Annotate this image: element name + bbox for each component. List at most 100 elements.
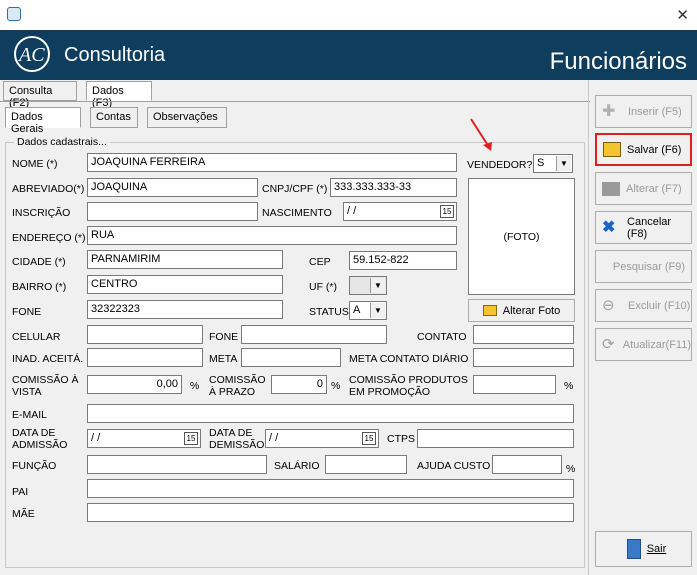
chevron-down-icon[interactable]: ▼ bbox=[370, 303, 385, 318]
salvar-label: Salvar (F6) bbox=[627, 143, 682, 156]
fone-field[interactable]: 32322323 bbox=[87, 300, 283, 319]
chevron-down-icon[interactable]: ▼ bbox=[556, 156, 571, 171]
ctps-field[interactable] bbox=[417, 429, 574, 448]
atualizar-label: Atualizar(F11) bbox=[622, 338, 691, 351]
cnpj-label: CNPJ/CPF (*) bbox=[262, 183, 328, 195]
tab-consulta[interactable]: Consulta (F2) bbox=[3, 81, 77, 109]
pai-field[interactable] bbox=[87, 479, 574, 498]
abreviado-field[interactable]: JOAQUINA bbox=[87, 178, 258, 197]
inad-field[interactable] bbox=[87, 348, 203, 367]
comissao-promo-label-1: COMISSÃO PRODUTOS bbox=[349, 374, 468, 386]
inscricao-field[interactable] bbox=[87, 202, 258, 221]
door-exit-icon bbox=[626, 539, 641, 559]
close-icon[interactable]: ✕ bbox=[676, 6, 689, 24]
comissao-promo-label-2: EM PROMOÇÃO bbox=[349, 386, 431, 398]
bairro-label: BAIRRO (*) bbox=[12, 281, 67, 293]
pai-label: PAI bbox=[12, 486, 29, 498]
comissao-promo-field[interactable] bbox=[473, 375, 556, 394]
status-value: A bbox=[353, 304, 361, 316]
inad-label: INAD. ACEITÁ. bbox=[12, 353, 84, 365]
vendedor-select[interactable]: S ▼ bbox=[533, 154, 573, 173]
endereco-label: ENDEREÇO (*) bbox=[12, 232, 86, 244]
foto-box: (FOTO) bbox=[468, 178, 575, 295]
nome-field[interactable]: JOAQUINA FERREIRA bbox=[87, 153, 457, 172]
meta-contato-field[interactable] bbox=[473, 348, 574, 367]
mae-label: MÃE bbox=[12, 508, 35, 520]
tab-divider bbox=[0, 101, 590, 102]
nome-label: NOME (*) bbox=[12, 158, 58, 170]
subtab-observacoes[interactable]: Observações bbox=[147, 107, 227, 128]
ctps-label: CTPS bbox=[387, 433, 416, 445]
inserir-button[interactable]: ✚ Inserir (F5) bbox=[595, 95, 692, 128]
comissao-vista-pct: % bbox=[190, 380, 200, 392]
comissao-vista-field[interactable]: 0,00 bbox=[87, 375, 182, 394]
comissao-prazo-label-2: À PRAZO bbox=[209, 386, 256, 398]
comissao-promo-pct: % bbox=[564, 380, 574, 392]
mae-field[interactable] bbox=[87, 503, 574, 522]
pesquisar-button[interactable]: Pesquisar (F9) bbox=[595, 250, 692, 283]
demissao-field[interactable]: / / 15 bbox=[265, 429, 379, 448]
page-title: Funcionários bbox=[549, 48, 687, 75]
sidebar-divider bbox=[588, 80, 589, 575]
tab-dados[interactable]: Dados (F3) bbox=[86, 81, 152, 109]
atualizar-button[interactable]: ⟳ Atualizar(F11) bbox=[595, 328, 692, 361]
nascimento-field[interactable]: / / 15 bbox=[343, 202, 457, 221]
endereco-field[interactable]: RUA bbox=[87, 226, 457, 245]
refresh-icon: ⟳ bbox=[602, 335, 615, 353]
folder-icon bbox=[482, 305, 497, 316]
fone2-field[interactable] bbox=[241, 325, 387, 344]
contato-label: CONTATO bbox=[417, 331, 467, 343]
comissao-prazo-field[interactable]: 0 bbox=[271, 375, 327, 394]
contato-field[interactable] bbox=[473, 325, 574, 344]
alterar-foto-button[interactable]: Alterar Foto bbox=[468, 299, 575, 322]
comissao-prazo-pct: % bbox=[331, 380, 341, 392]
email-field[interactable] bbox=[87, 404, 574, 423]
sair-label: Sair bbox=[646, 543, 667, 555]
ajuda-field[interactable] bbox=[492, 455, 562, 474]
cep-field[interactable]: 59.152-822 bbox=[349, 251, 457, 270]
edit-icon bbox=[602, 181, 620, 196]
demissao-value: / / bbox=[269, 432, 279, 444]
nascimento-label: NASCIMENTO bbox=[262, 207, 332, 219]
email-label: E-MAIL bbox=[12, 409, 48, 421]
meta-field[interactable] bbox=[241, 348, 341, 367]
cancelar-button[interactable]: ✖ Cancelar (F8) bbox=[595, 211, 692, 244]
cep-label: CEP bbox=[309, 256, 331, 268]
excluir-button[interactable]: ⊖ Excluir (F10) bbox=[595, 289, 692, 322]
salario-field[interactable] bbox=[325, 455, 407, 474]
app-icon bbox=[7, 7, 21, 21]
celular-label: CELULAR bbox=[12, 331, 61, 343]
calendar-icon[interactable]: 15 bbox=[440, 205, 454, 218]
inscricao-label: INSCRIÇÃO bbox=[12, 207, 71, 219]
sair-button[interactable]: Sair bbox=[595, 531, 692, 567]
funcao-field[interactable] bbox=[87, 455, 267, 474]
subtab-contas[interactable]: Contas bbox=[90, 107, 138, 128]
svg-text:AC: AC bbox=[17, 44, 45, 66]
uf-select[interactable]: ▼ bbox=[349, 276, 387, 295]
salario-label: SALÁRIO bbox=[274, 460, 320, 472]
brand-name: Consultoria bbox=[64, 44, 166, 66]
alterar-label: Alterar (F7) bbox=[626, 182, 682, 195]
alterar-button[interactable]: Alterar (F7) bbox=[595, 172, 692, 205]
bairro-field[interactable]: CENTRO bbox=[87, 275, 283, 294]
calendar-icon[interactable]: 15 bbox=[184, 432, 198, 445]
celular-field[interactable] bbox=[87, 325, 203, 344]
chevron-down-icon[interactable]: ▼ bbox=[370, 278, 385, 293]
cnpj-field[interactable]: 333.333.333-33 bbox=[330, 178, 457, 197]
plus-icon: ✚ bbox=[602, 102, 616, 120]
comissao-vista-label-1: COMISSÃO À bbox=[12, 374, 79, 386]
window-titlebar: ✕ bbox=[0, 0, 697, 30]
abreviado-label: ABREVIADO(*) bbox=[12, 183, 85, 195]
status-label: STATUS bbox=[309, 306, 349, 318]
salvar-button[interactable]: Salvar (F6) bbox=[595, 133, 692, 166]
pesquisar-label: Pesquisar (F9) bbox=[612, 260, 685, 273]
calendar-icon[interactable]: 15 bbox=[362, 432, 376, 445]
status-select[interactable]: A ▼ bbox=[349, 301, 387, 320]
alterar-foto-label: Alterar Foto bbox=[502, 304, 561, 317]
red-arrow-icon bbox=[470, 118, 492, 151]
admissao-field[interactable]: / / 15 bbox=[87, 429, 201, 448]
uf-label: UF (*) bbox=[309, 281, 337, 293]
cancelar-label: Cancelar (F8) bbox=[627, 215, 672, 240]
cidade-field[interactable]: PARNAMIRIM bbox=[87, 250, 283, 269]
subtab-dados-gerais[interactable]: Dados Gerais bbox=[5, 107, 81, 135]
